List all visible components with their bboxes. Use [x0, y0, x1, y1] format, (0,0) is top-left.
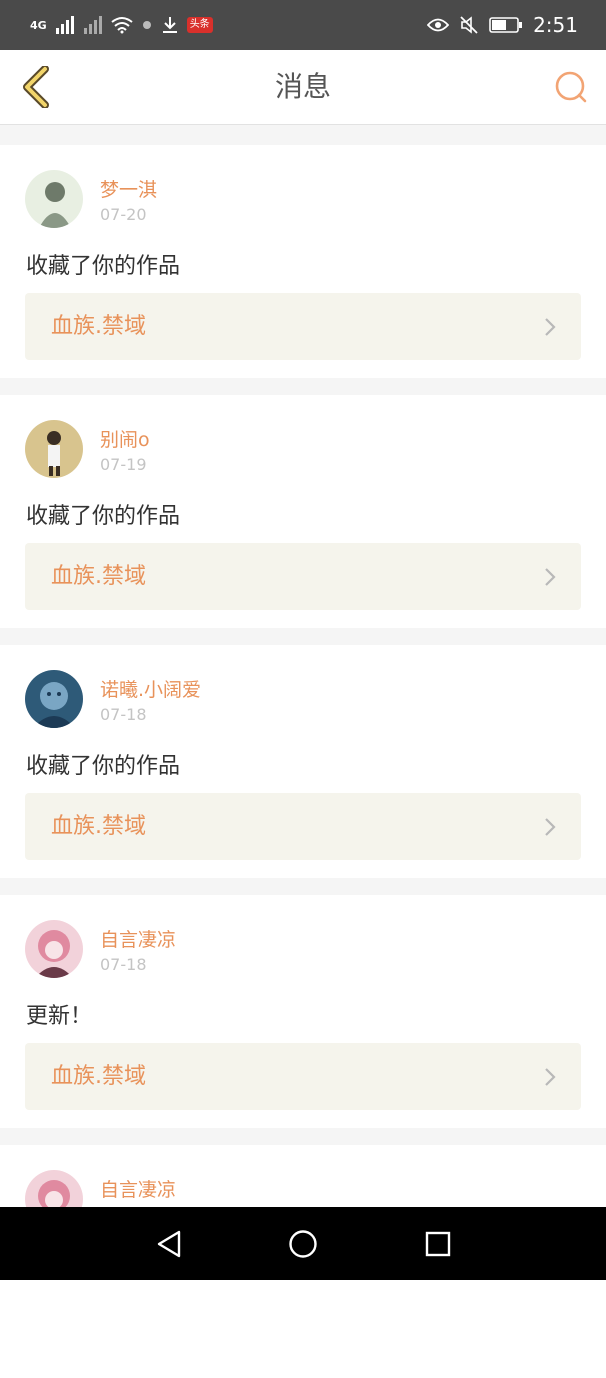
- page-title: 消息: [274, 70, 331, 103]
- chevron-right-icon: [545, 1068, 556, 1086]
- message-date: 07-20: [100, 205, 147, 224]
- message-text: 收藏了你的作品: [26, 504, 181, 529]
- username-link[interactable]: 别闹o: [100, 425, 150, 452]
- triangle-back-icon: [157, 1230, 181, 1258]
- username-link[interactable]: 梦一淇: [100, 175, 157, 202]
- clock-time: 2:51: [533, 13, 578, 37]
- message-text: 收藏了你的作品: [26, 254, 181, 279]
- eye-icon: [427, 18, 450, 32]
- avatar[interactable]: [25, 920, 83, 978]
- work-title: 血族.禁域: [51, 564, 146, 589]
- title-bar: 消息: [0, 50, 606, 125]
- work-link[interactable]: 血族.禁域: [25, 543, 581, 610]
- work-title: 血族.禁域: [51, 1064, 146, 1089]
- circle-home-icon: [289, 1230, 317, 1258]
- message-text: 更新！: [26, 1004, 93, 1029]
- username-link[interactable]: 诺曦.小阔爱: [100, 675, 201, 702]
- signal-icon: [55, 16, 74, 34]
- work-title: 血族.禁域: [51, 314, 146, 339]
- download-icon: [162, 17, 177, 33]
- nav-recents-button[interactable]: [421, 1227, 455, 1261]
- message-date: 07-18: [100, 955, 147, 974]
- message-card: 诺曦.小阔爱 07-18 收藏了你的作品 血族.禁域: [0, 645, 606, 878]
- wifi-icon: [111, 17, 133, 34]
- search-button[interactable]: [548, 64, 594, 110]
- message-card: 自言凄凉 07-18 更新！ 血族.禁域: [0, 895, 606, 1128]
- nav-back-button[interactable]: [152, 1227, 186, 1261]
- work-link[interactable]: 血族.禁域: [25, 293, 581, 360]
- system-nav-bar: [0, 1207, 606, 1280]
- work-link[interactable]: 血族.禁域: [25, 1043, 581, 1110]
- signal-2-icon: [83, 16, 102, 34]
- work-title: 血族.禁域: [51, 814, 146, 839]
- username-link[interactable]: 自言凄凉: [100, 925, 176, 952]
- mute-icon: [460, 16, 478, 34]
- work-link[interactable]: 血族.禁域: [25, 793, 581, 860]
- battery-icon: [489, 17, 523, 33]
- message-text: 收藏了你的作品: [26, 754, 181, 779]
- network-type-label: 4G: [30, 18, 47, 32]
- status-left: 4G 头条: [30, 12, 213, 38]
- toutiao-app-icon: 头条: [186, 17, 213, 33]
- avatar[interactable]: [25, 170, 83, 228]
- app-notification-icon: [142, 21, 151, 29]
- avatar[interactable]: [25, 420, 83, 478]
- message-card: 梦一淇 07-20 收藏了你的作品 血族.禁域: [0, 145, 606, 378]
- status-bar: 4G 头条 2:51: [0, 0, 606, 50]
- username-link[interactable]: 自言凄凉: [100, 1175, 176, 1202]
- avatar[interactable]: [25, 670, 83, 728]
- status-right: 2:51: [427, 12, 578, 38]
- chevron-right-icon: [545, 818, 556, 836]
- nav-home-button[interactable]: [286, 1227, 320, 1261]
- message-date: 07-18: [100, 705, 147, 724]
- chevron-right-icon: [545, 568, 556, 586]
- square-recents-icon: [425, 1231, 451, 1257]
- message-card: 别闹o 07-19 收藏了你的作品 血族.禁域: [0, 395, 606, 628]
- chevron-right-icon: [545, 318, 556, 336]
- message-date: 07-19: [100, 455, 147, 474]
- search-icon: [555, 71, 587, 103]
